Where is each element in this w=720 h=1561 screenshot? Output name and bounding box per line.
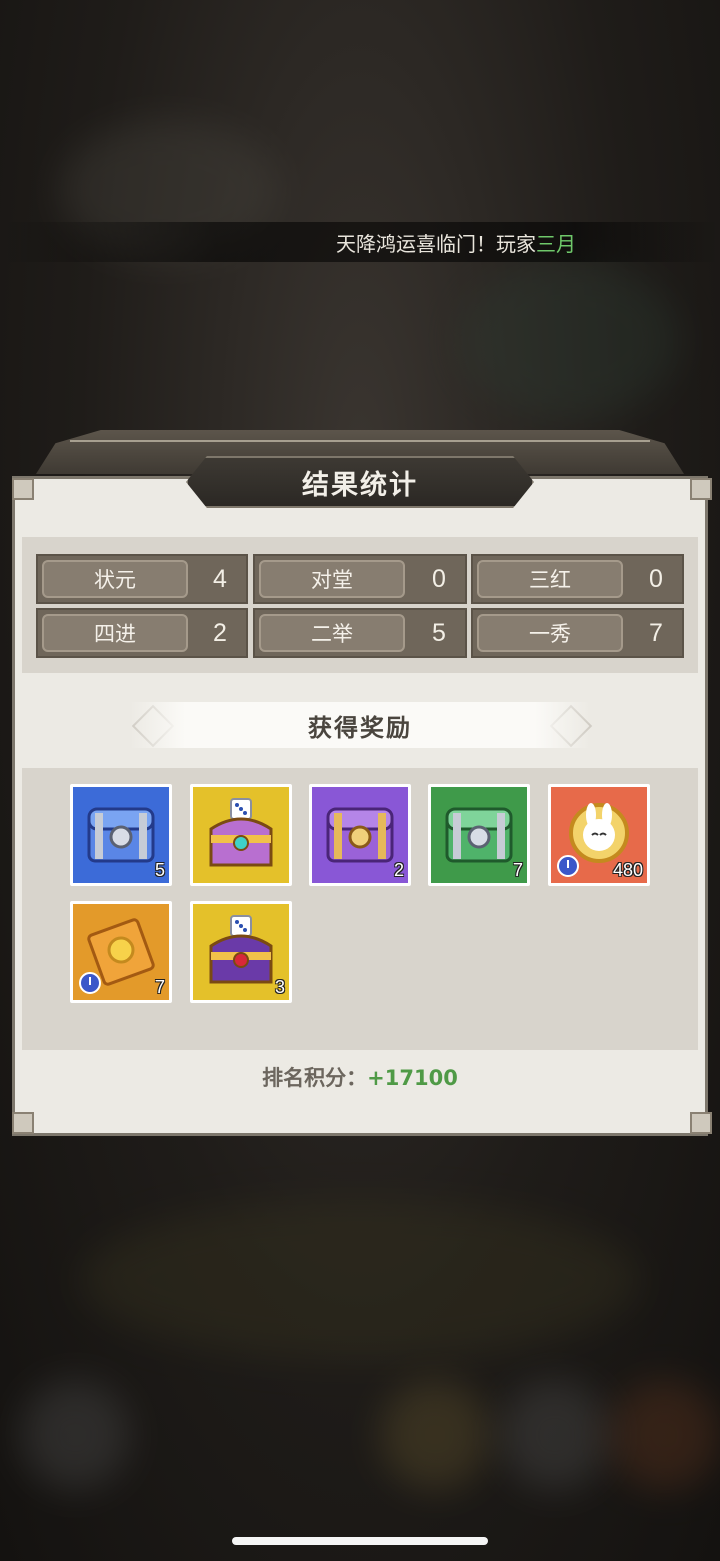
timer-icon (79, 972, 101, 994)
rewards-grid: 5 2 7 480 7 3 (22, 768, 698, 1050)
panel-corner (12, 1112, 34, 1134)
stat-cell: 二举 5 (253, 608, 467, 658)
panel-corner (12, 478, 34, 500)
stat-label: 对堂 (259, 560, 405, 598)
stat-cell: 对堂 0 (253, 554, 467, 604)
rank-score-value: +17100 (367, 1066, 458, 1090)
ticker-prefix: 天降鸿运喜临门！玩家 (336, 231, 536, 256)
stat-cell: 状元 4 (36, 554, 248, 604)
panel-title-plate: 结果统计 (186, 456, 534, 508)
reward-item[interactable]: 5 (70, 784, 172, 886)
stat-cell: 四进 2 (36, 608, 248, 658)
home-indicator[interactable] (232, 1537, 488, 1545)
stat-value: 0 (649, 564, 663, 593)
reward-item[interactable]: 480 (548, 784, 650, 886)
stat-cell: 一秀 7 (471, 608, 684, 658)
stat-value: 0 (432, 564, 446, 593)
reward-item[interactable]: 3 (190, 901, 292, 1003)
stat-value: 5 (432, 618, 446, 647)
stats-grid: 状元 4 对堂 0 三红 0 四进 2 二举 5 一秀 7 (22, 537, 698, 673)
purple-treasure-chest-icon (326, 807, 394, 863)
stat-cell: 三红 0 (471, 554, 684, 604)
stat-value: 7 (649, 618, 663, 647)
ticker-player-name: 三月 (536, 231, 576, 256)
reward-count: 2 (393, 860, 404, 880)
stat-label: 一秀 (477, 614, 623, 652)
rewards-header: 获得奖励 (130, 702, 590, 748)
purple-dice-chest-icon (209, 915, 273, 984)
reward-count: 7 (154, 977, 165, 997)
rewards-title: 获得奖励 (308, 713, 412, 742)
stat-label: 状元 (42, 560, 188, 598)
reward-item[interactable]: 7 (70, 901, 172, 1003)
announcement-ticker: 天降鸿运喜临门！玩家三月 (0, 222, 720, 262)
stat-label: 三红 (477, 560, 623, 598)
rank-score: 排名积分：+17100 (0, 1062, 720, 1092)
reward-item[interactable]: 2 (309, 784, 411, 886)
reward-count: 5 (154, 860, 165, 880)
panel-frame-line (70, 440, 650, 442)
gold-dice-chest-icon (209, 798, 273, 867)
reward-item[interactable] (190, 784, 292, 886)
reward-count: 7 (512, 860, 523, 880)
reward-item[interactable]: 7 (428, 784, 530, 886)
stat-value: 4 (213, 564, 227, 593)
panel-corner (690, 478, 712, 500)
stat-value: 2 (213, 618, 227, 647)
stat-label: 四进 (42, 614, 188, 652)
timer-icon (557, 855, 579, 877)
blue-treasure-chest-icon (87, 807, 155, 863)
reward-count: 3 (274, 977, 285, 997)
ticker-text: 天降鸿运喜临门！玩家三月 (336, 228, 576, 257)
reward-count: 480 (612, 860, 643, 880)
stat-label: 二举 (259, 614, 405, 652)
rank-score-label: 排名积分： (262, 1066, 368, 1090)
panel-corner (690, 1112, 712, 1134)
green-treasure-chest-icon (445, 807, 513, 863)
panel-title: 结果统计 (302, 469, 418, 501)
